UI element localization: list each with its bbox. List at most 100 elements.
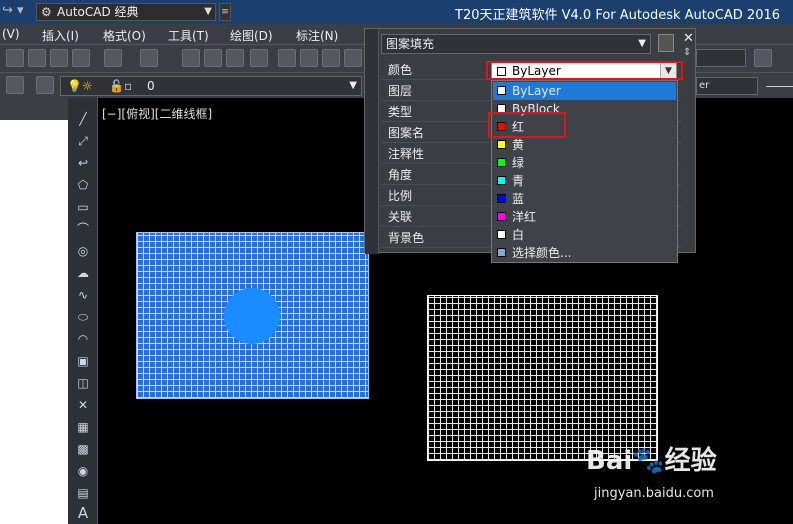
rectangle-icon[interactable]: ▭ <box>75 200 91 214</box>
arc-icon[interactable]: ⌒ <box>75 222 91 236</box>
paw-icon: 🐾 <box>632 446 665 476</box>
property-label: 图案名 <box>388 126 425 140</box>
color-option[interactable]: 蓝 <box>493 190 676 208</box>
quick-select-icon[interactable] <box>658 34 674 52</box>
insert-block-icon[interactable]: ▣ <box>75 354 91 368</box>
watermark-suffix: 经验 <box>664 446 717 476</box>
object-type-dropdown[interactable]: 图案填充 ▼ <box>381 34 651 54</box>
construction-line-icon[interactable]: ⤢ <box>75 134 91 148</box>
property-label: 注释性 <box>388 147 425 161</box>
workspace-dropdown[interactable]: ⚙ AutoCAD 经典 ▼ <box>36 3 216 21</box>
table-icon[interactable]: ▤ <box>75 486 91 500</box>
point-icon[interactable]: ✕ <box>75 398 91 412</box>
property-label: 颜色 <box>388 63 413 77</box>
property-label: 背景色 <box>388 231 425 245</box>
workspace-label: AutoCAD 经典 <box>57 5 139 19</box>
draw-toolbar: ╱ ⤢ ↩ ⬠ ▭ ⌒ ◎ ☁ ∿ ⬭ ◠ ▣ ◫ ✕ ▦ ▩ ◉ ▤ A <box>68 98 98 524</box>
line-icon[interactable]: ╱ <box>75 112 91 126</box>
color-option[interactable]: 白 <box>493 226 676 244</box>
right-toolbar: er <box>696 44 793 98</box>
property-label: 角度 <box>388 168 413 182</box>
menu-tools[interactable]: 工具(T) <box>168 27 209 44</box>
menu-dimension[interactable]: 标注(N) <box>296 27 338 44</box>
ellipse-arc-icon[interactable]: ◠ <box>75 332 91 346</box>
chevron-down-icon: ▼ <box>638 38 646 49</box>
properties-icon[interactable] <box>278 49 296 67</box>
layer-manager-icon[interactable] <box>6 76 24 94</box>
spline-icon[interactable]: ∿ <box>75 288 91 302</box>
polygon-icon[interactable]: ⬠ <box>75 178 91 192</box>
pan-icon[interactable] <box>182 49 200 67</box>
gear-icon: ⚙ <box>41 5 52 19</box>
multiline-text-icon[interactable]: A <box>75 506 91 521</box>
quick-access-extend-button[interactable]: ≡ <box>219 3 231 21</box>
option-label: 黄 <box>512 138 525 152</box>
color-swatch <box>497 230 506 239</box>
match-icon[interactable] <box>72 49 90 67</box>
redo-icon[interactable] <box>140 49 158 67</box>
menu-view[interactable]: (V) <box>2 27 20 41</box>
zoom-realtime-icon[interactable] <box>204 49 222 67</box>
property-label: 比例 <box>388 189 413 203</box>
hatch-icon[interactable]: ▦ <box>75 420 91 434</box>
color-option[interactable]: 选择颜色... <box>493 244 676 262</box>
option-label: 绿 <box>512 156 525 170</box>
close-icon[interactable]: ✕ <box>683 31 694 46</box>
watermark-brand: Bai <box>586 446 633 476</box>
highlight-box-color-field <box>486 61 683 80</box>
ellipse-icon[interactable]: ⬭ <box>75 310 91 324</box>
zoom-previous-icon[interactable] <box>250 49 268 67</box>
option-label: 选择颜色... <box>512 246 572 260</box>
design-center-icon[interactable] <box>300 49 318 67</box>
menu-draw[interactable]: 绘图(D) <box>230 27 273 44</box>
undo-icon[interactable] <box>104 49 122 67</box>
save-icon[interactable] <box>50 49 68 67</box>
window-title: T20天正建筑软件 V4.0 For Autodesk AutoCAD 2016 <box>455 8 781 23</box>
color-swatch <box>497 86 506 95</box>
quick-access-redo-icon[interactable]: ↪ ▾ <box>2 3 32 21</box>
color-option[interactable]: 洋红 <box>493 208 676 226</box>
color-swatch <box>497 140 506 149</box>
color-swatch <box>497 158 506 167</box>
object-type-label: 图案填充 <box>386 37 435 51</box>
title-bar: ↪ ▾ ⚙ AutoCAD 经典 ▼ ≡ T20天正建筑软件 V4.0 For … <box>0 0 793 24</box>
make-block-icon[interactable]: ◫ <box>75 376 91 390</box>
style-combo[interactable] <box>696 49 746 67</box>
menu-insert[interactable]: 插入(I) <box>42 27 79 44</box>
style-icon[interactable] <box>754 49 772 67</box>
option-label: 洋红 <box>512 210 537 224</box>
color-option[interactable]: 绿 <box>493 154 676 172</box>
circle-object[interactable] <box>224 288 280 344</box>
option-label: 蓝 <box>512 192 525 206</box>
revision-cloud-icon[interactable]: ☁ <box>75 266 91 280</box>
watermark-url: jingyan.baidu.com <box>594 486 714 501</box>
layer-state-icon[interactable] <box>36 76 54 94</box>
open-icon[interactable] <box>28 49 46 67</box>
copy-icon[interactable] <box>6 49 24 67</box>
layer-dropdown[interactable]: 💡☼ 🔓▫ 0 ▼ <box>60 76 362 96</box>
property-label: 关联 <box>388 210 413 224</box>
color-swatch <box>497 194 506 203</box>
region-icon[interactable]: ◉ <box>75 464 91 478</box>
color-option[interactable]: 黄 <box>493 136 676 154</box>
menu-format[interactable]: 格式(O) <box>103 27 146 44</box>
hatch-object[interactable] <box>427 295 658 461</box>
option-label: 青 <box>512 174 525 188</box>
linetype-combo[interactable]: er <box>696 77 758 95</box>
color-option[interactable]: ByLayer <box>493 82 676 100</box>
viewport-label[interactable]: [−][俯视][二维线框] <box>102 105 212 122</box>
lineweight-sample <box>766 86 793 87</box>
circle-icon[interactable]: ◎ <box>75 244 91 258</box>
color-swatch <box>497 248 506 257</box>
sheet-set-icon[interactable] <box>344 49 362 67</box>
panel-grip[interactable] <box>365 29 379 254</box>
polyline-icon[interactable]: ↩ <box>75 156 91 170</box>
gradient-icon[interactable]: ▩ <box>75 442 91 456</box>
left-panel-body <box>0 120 68 524</box>
tool-palette-icon[interactable] <box>322 49 340 67</box>
left-panel <box>0 98 68 524</box>
color-swatch <box>497 212 506 221</box>
zoom-window-icon[interactable] <box>226 49 244 67</box>
color-option[interactable]: 青 <box>493 172 676 190</box>
pin-icon[interactable]: ⇕ <box>683 47 691 58</box>
